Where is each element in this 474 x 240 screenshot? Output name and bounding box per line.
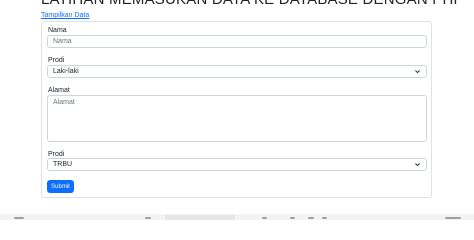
prodi-label: Prodi <box>48 57 65 64</box>
taskbar-app-icon[interactable] <box>290 217 295 219</box>
taskbar-app-icon[interactable] <box>262 217 267 219</box>
alamat-label: Alamat <box>48 87 70 94</box>
show-data-link[interactable]: Tampilkan Data <box>41 12 89 19</box>
taskbar-clock[interactable] <box>445 217 461 219</box>
nama-label: Nama <box>48 27 67 34</box>
prodi-select[interactable]: Laki-laki <box>47 65 427 78</box>
prodi2-select[interactable]: TRBU <box>47 158 427 171</box>
prodi2-label: Prodi <box>48 151 65 158</box>
start-icon[interactable] <box>145 217 151 219</box>
page-title: LATIHAN MEMASUKAN DATA KE DATABASE DENGA… <box>41 0 464 8</box>
taskbar-app-icon[interactable] <box>322 217 327 219</box>
taskbar-search-box[interactable] <box>165 215 235 220</box>
prodi-selected-value: Laki-laki <box>53 68 79 75</box>
chevron-down-icon <box>415 163 420 167</box>
taskbar-weather-icon[interactable] <box>14 217 24 219</box>
prodi2-selected-value: TRBU <box>53 161 73 168</box>
alamat-textarea[interactable] <box>47 95 427 142</box>
chevron-down-icon <box>415 70 420 74</box>
nama-input[interactable] <box>47 35 427 48</box>
taskbar <box>0 214 474 220</box>
taskbar-app-icon[interactable] <box>308 217 314 219</box>
submit-button[interactable]: Submit <box>47 180 74 193</box>
